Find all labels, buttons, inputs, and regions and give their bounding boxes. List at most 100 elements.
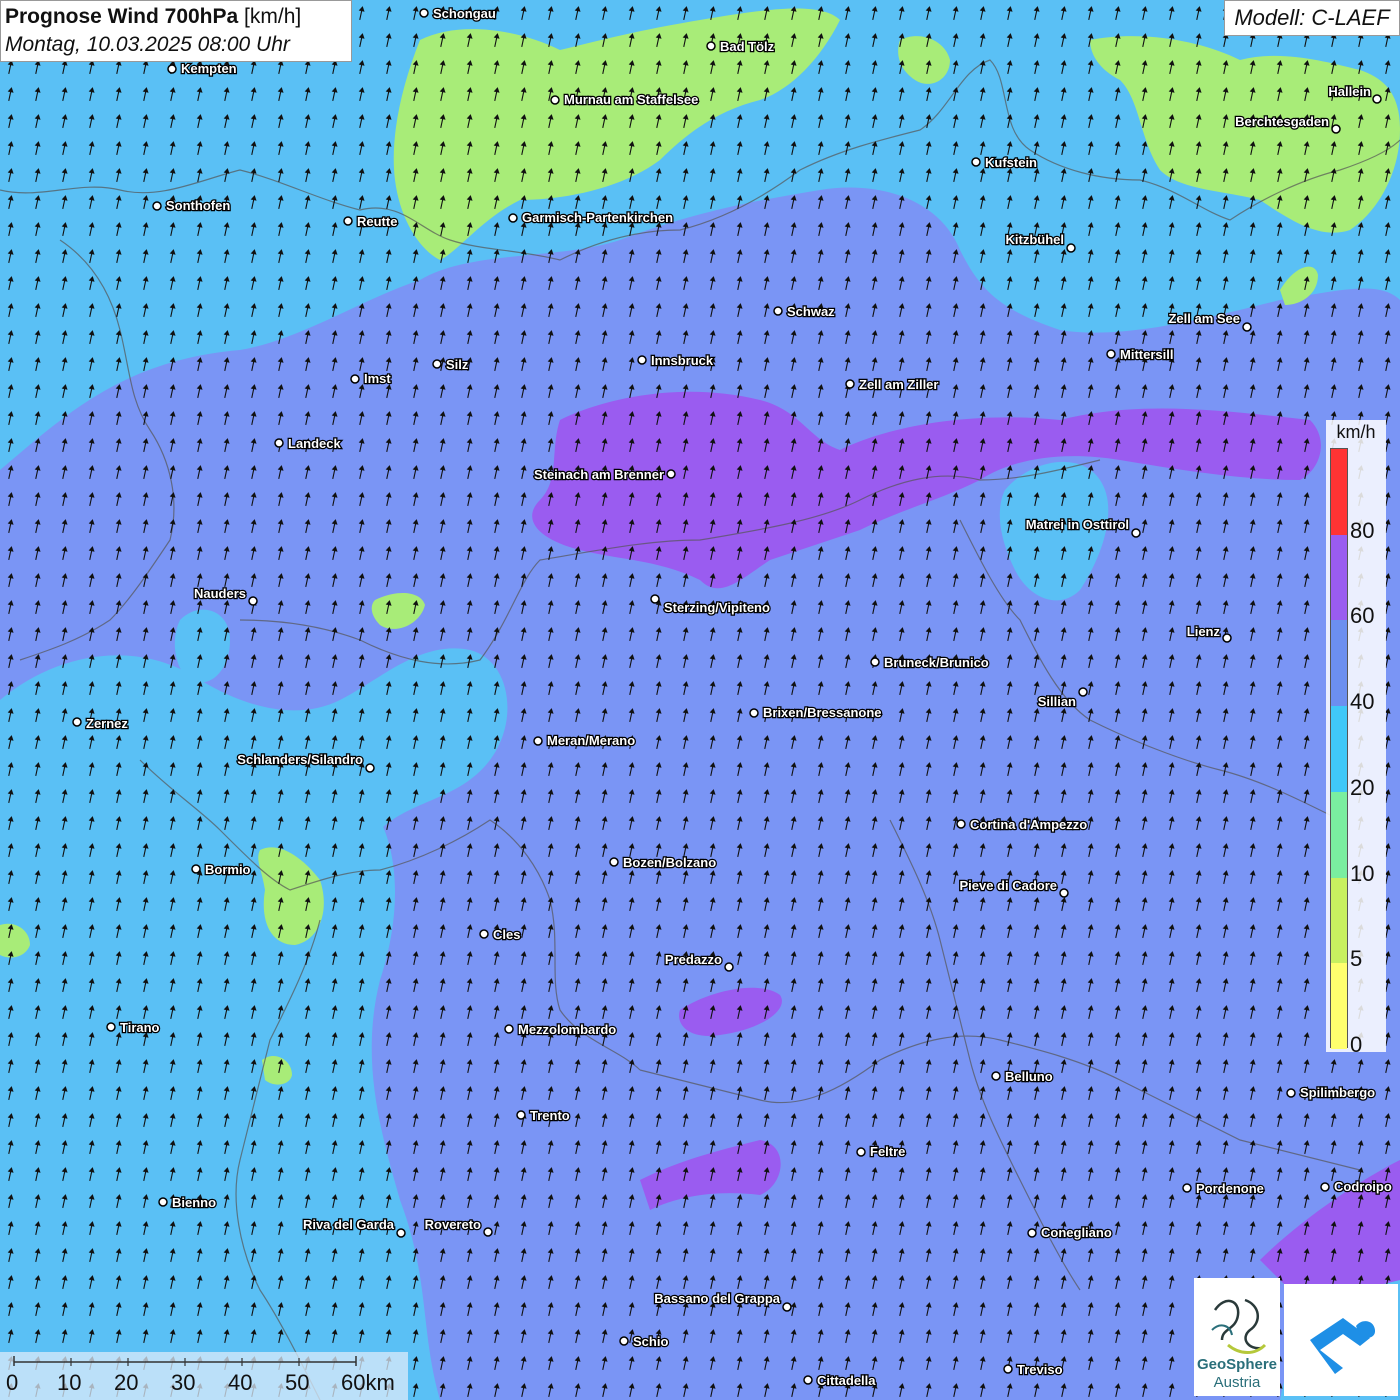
- city-dot: [773, 306, 783, 316]
- city-marker: Garmisch-Partenkirchen: [508, 209, 674, 226]
- city-label: Bozen/Bolzano: [623, 855, 716, 870]
- city-dot: [167, 64, 177, 74]
- forecast-datetime: Montag, 10.03.2025 08:00 Uhr: [5, 33, 290, 56]
- city-dot: [637, 355, 647, 365]
- city-dot: [1242, 322, 1252, 332]
- city-label: Matrei in Osttirol: [1026, 517, 1129, 532]
- city-dot: [479, 929, 489, 939]
- city-label: Sonthofen: [166, 198, 230, 213]
- scale-label-20: 20: [114, 1370, 139, 1395]
- city-dot: [508, 213, 518, 223]
- scale-label-40: 40: [228, 1370, 253, 1395]
- city-dot: [1372, 94, 1382, 104]
- city-dot: [1131, 528, 1141, 538]
- color-legend: km/h 80 60 40 20 10 5 0: [1326, 420, 1386, 1057]
- scale-label-10: 10: [57, 1370, 82, 1395]
- city-label: Cortina d'Ampezzo: [970, 817, 1087, 832]
- city-dot: [396, 1228, 406, 1238]
- city-dot: [1182, 1183, 1192, 1193]
- city-label: Treviso: [1017, 1362, 1063, 1377]
- map-title-box: Prognose Wind 700hPa [km/h] Montag, 10.0…: [0, 0, 352, 62]
- city-dot: [504, 1024, 514, 1034]
- city-label: Rovereto: [425, 1217, 481, 1232]
- city-label: Bassano del Grappa: [654, 1291, 780, 1306]
- legend-swatch: [1331, 620, 1347, 707]
- city-dot: [550, 95, 560, 105]
- city-dot: [1003, 1364, 1013, 1374]
- title-bold: Prognose Wind 700hPa: [5, 5, 239, 28]
- title-unit: [km/h]: [244, 5, 302, 28]
- city-dot: [419, 8, 429, 18]
- city-dot: [724, 962, 734, 972]
- city-marker: Meran/Merano: [533, 732, 636, 749]
- city-label: Berchtesgaden: [1235, 114, 1329, 129]
- city-marker: Cortina d'Ampezzo: [956, 816, 1089, 833]
- city-marker: Brixen/Bressanone: [749, 704, 883, 721]
- city-marker: Mezzolombardo: [504, 1021, 618, 1038]
- city-dot: [803, 1375, 813, 1385]
- city-label: Kitzbühel: [1006, 232, 1065, 247]
- city-label: Zell am Ziller: [859, 377, 938, 392]
- city-dot: [991, 1071, 1001, 1081]
- city-label: Pordenone: [1196, 1181, 1264, 1196]
- legend-swatch: [1331, 706, 1347, 792]
- city-dot: [191, 864, 201, 874]
- city-marker: Steinach am Brenner: [533, 466, 676, 483]
- city-label: Steinach am Brenner: [534, 467, 664, 482]
- scale-label-50: 50: [285, 1370, 310, 1395]
- city-dot: [706, 41, 716, 51]
- city-label: Cles: [493, 927, 520, 942]
- city-label: Sterzing/Vipiteno: [664, 600, 770, 615]
- blue-partner-logo-mark: [1284, 1284, 1398, 1396]
- city-dot: [516, 1110, 526, 1120]
- city-dot: [666, 469, 676, 479]
- legend-label: 20: [1350, 774, 1375, 800]
- city-label: Bormio: [205, 862, 251, 877]
- city-label: Imst: [364, 371, 391, 386]
- city-label: Schwaz: [787, 304, 835, 319]
- city-label: Tirano: [120, 1020, 160, 1035]
- city-label: Lienz: [1187, 624, 1221, 639]
- city-dot: [1027, 1228, 1037, 1238]
- legend-swatch: [1331, 534, 1347, 621]
- city-dot: [956, 819, 966, 829]
- city-dot: [158, 1197, 168, 1207]
- city-marker: Conegliano: [1027, 1224, 1113, 1241]
- city-marker: Pordenone: [1182, 1180, 1265, 1197]
- legend-unit: km/h: [1336, 422, 1376, 442]
- legend-label: 10: [1350, 860, 1375, 886]
- city-label: Murnau am Staffelsee: [564, 92, 698, 107]
- city-label: Zernez: [86, 716, 128, 731]
- city-dot: [1222, 633, 1232, 643]
- city-dot: [432, 359, 442, 369]
- city-label: Innsbruck: [651, 353, 714, 368]
- city-dot: [1106, 349, 1116, 359]
- city-dot: [749, 708, 759, 718]
- city-label: Conegliano: [1041, 1225, 1112, 1240]
- city-label: Schongau: [433, 6, 496, 21]
- city-label: Schio: [633, 1334, 668, 1349]
- city-label: Landeck: [288, 436, 342, 451]
- city-marker: Bozen/Bolzano: [609, 854, 718, 871]
- scale-label-0: 0: [6, 1370, 19, 1395]
- geosphere-logo-name: GeoSphere: [1196, 1356, 1278, 1373]
- city-dot: [1066, 243, 1076, 253]
- scale-bar: 0 10 20 30 40 50 60km: [0, 1352, 408, 1400]
- city-label: Mezzolombardo: [518, 1022, 616, 1037]
- legend-color-bar: [1330, 448, 1348, 1049]
- city-dot: [1059, 888, 1069, 898]
- geosphere-logo-country: Austria: [1213, 1374, 1261, 1391]
- city-marker: Spilimbergo: [1286, 1084, 1376, 1101]
- city-label: Garmisch-Partenkirchen: [522, 210, 673, 225]
- city-dot: [1331, 124, 1341, 134]
- city-label: Meran/Merano: [547, 733, 635, 748]
- city-label: Brixen/Bressanone: [763, 705, 882, 720]
- city-label: Belluno: [1005, 1069, 1053, 1084]
- city-dot: [870, 657, 880, 667]
- city-marker: Murnau am Staffelsee: [550, 91, 700, 108]
- wind-map: Schongau Bad Tölz Kempten Murnau am Staffel…: [0, 0, 1400, 1400]
- legend-label: 60: [1350, 603, 1375, 629]
- legend-label: 40: [1350, 689, 1375, 715]
- city-dot: [106, 1022, 116, 1032]
- city-dot: [483, 1227, 493, 1237]
